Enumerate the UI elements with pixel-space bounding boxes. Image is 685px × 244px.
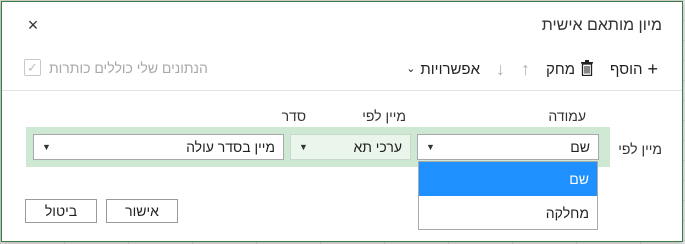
move-down-button[interactable]: ↓	[496, 60, 505, 78]
plus-icon: +	[647, 59, 658, 79]
order-select[interactable]: מיין בסדר עולה ▼	[33, 134, 284, 160]
sorton-select[interactable]: ערכי תא ▼	[290, 134, 411, 160]
delete-level-button[interactable]: מחק	[546, 59, 594, 79]
dialog-title: מיון מותאם אישית	[541, 17, 662, 34]
add-level-label: הוסף	[610, 60, 643, 78]
dropdown-option-department[interactable]: מחלקה	[419, 196, 597, 230]
column-dropdown-list: שם מחלקה	[418, 161, 598, 230]
toolbar-divider	[2, 90, 682, 91]
dropdown-arrow-icon: ▼	[42, 142, 51, 152]
trash-icon	[580, 59, 594, 79]
chevron-down-icon: ⌄	[406, 63, 416, 75]
order-select-value: מיין בסדר עולה	[186, 139, 275, 155]
column-select-value: שם	[570, 139, 590, 155]
add-level-button[interactable]: + הוסף	[610, 60, 658, 78]
sort-toolbar: + הוסף מחק ↑ ↓ אפשרויות ⌄	[406, 56, 658, 82]
dropdown-arrow-icon: ▼	[426, 142, 435, 152]
sort-by-row-label: מיין לפי	[618, 141, 662, 157]
close-icon[interactable]: ×	[22, 14, 44, 36]
dropdown-arrow-icon: ▼	[299, 142, 308, 152]
options-label: אפשרויות	[420, 60, 480, 78]
headers-checkbox-label: הנתונים שלי כוללים כותרות	[49, 59, 208, 76]
options-button[interactable]: אפשרויות ⌄	[406, 60, 480, 78]
headers-checkbox[interactable]: ✓	[24, 59, 41, 76]
arrow-up-icon: ↑	[521, 59, 530, 79]
arrow-down-icon: ↓	[496, 59, 505, 79]
delete-level-label: מחק	[546, 60, 576, 78]
ok-button[interactable]: אישור	[106, 199, 178, 223]
headers-checkbox-row[interactable]: הנתונים שלי כוללים כותרות ✓	[24, 59, 208, 76]
cancel-button[interactable]: ביטול	[25, 199, 97, 223]
column-header: עמודה	[548, 108, 586, 124]
move-up-button[interactable]: ↑	[521, 60, 530, 78]
sorton-header: מיין לפי	[362, 108, 406, 124]
sorton-select-value: ערכי תא	[353, 139, 402, 155]
custom-sort-dialog: מיון מותאם אישית × + הוסף מחק ↑ ↓ אפשרוי…	[1, 1, 683, 242]
dropdown-option-name[interactable]: שם	[419, 162, 597, 196]
column-select[interactable]: שם ▼	[417, 134, 599, 160]
order-header: סדר	[281, 108, 306, 124]
